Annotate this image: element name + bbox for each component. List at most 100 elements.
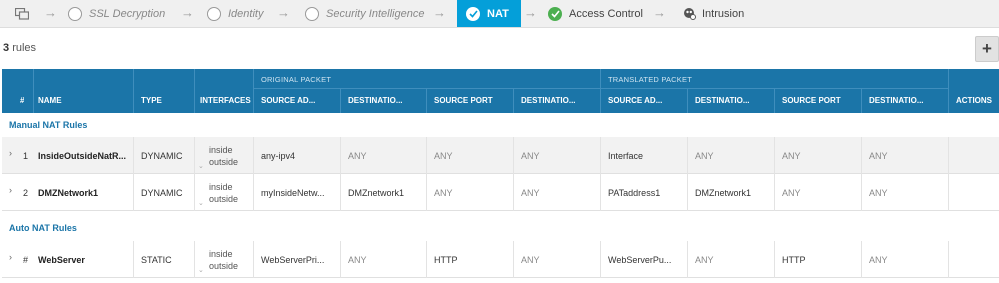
chevron-down-icon[interactable]: ⌄ [198, 199, 204, 207]
step-label: Access Control [569, 7, 643, 20]
col-actions: ACTIONS [956, 96, 992, 105]
orig-source-address: WebServerPri... [261, 254, 325, 265]
chevron-right-icon[interactable]: › [9, 252, 12, 262]
orig-source-address: myInsideNetw... [261, 187, 325, 198]
orig-source-address: any-ipv4 [261, 150, 296, 161]
step-identity[interactable]: Identity [207, 0, 263, 27]
interfaces-cell: inside outside [209, 174, 238, 211]
devices-icon[interactable] [15, 7, 29, 21]
trans-destination-address: ANY [695, 254, 714, 265]
step-intrusion[interactable]: Intrusion [683, 0, 744, 27]
col-orig-destination-address[interactable]: DESTINATIO... [348, 96, 424, 105]
arrow-right-icon: → [277, 5, 290, 20]
orig-destination-port: ANY [521, 150, 540, 161]
orig-source-port: HTTP [434, 254, 458, 265]
orig-destination-address: ANY [348, 150, 367, 161]
col-trans-source-port[interactable]: SOURCE PORT [782, 96, 858, 105]
trans-source-address: Interface [608, 150, 644, 161]
col-orig-source-port[interactable]: SOURCE PORT [434, 96, 510, 105]
source-interface: inside [209, 181, 233, 192]
interfaces-list: inside outside [209, 144, 238, 168]
chevron-right-icon[interactable]: › [9, 148, 12, 158]
orig-destination-address: DMZnetwork1 [348, 187, 405, 198]
step-access-control[interactable]: Access Control [548, 0, 643, 27]
rule-name: WebServer [38, 254, 85, 265]
trans-destination-port: ANY [869, 150, 888, 161]
rule-type: DYNAMIC [141, 187, 183, 198]
check-icon [466, 6, 480, 21]
col-trans-source-address[interactable]: SOURCE AD... [608, 96, 684, 105]
step-nat[interactable]: NAT [457, 0, 521, 27]
trans-destination-address: DMZnetwork1 [695, 187, 752, 198]
interfaces-cell: inside outside [209, 241, 238, 278]
step-security-intelligence[interactable]: Security Intelligence [305, 0, 424, 27]
check-circle-icon [548, 6, 562, 21]
trans-source-port: HTTP [782, 254, 806, 265]
rule-type: DYNAMIC [141, 150, 183, 161]
orig-source-port: ANY [434, 150, 453, 161]
trans-source-port: ANY [782, 150, 801, 161]
step-label: Intrusion [702, 7, 745, 20]
destination-interface: outside [209, 260, 239, 271]
col-orig-destination-port[interactable]: DESTINATIO... [521, 96, 597, 105]
table-row[interactable]: › # WebServer STATIC inside outside ⌄ We… [2, 241, 999, 278]
trans-source-address: WebServerPu... [608, 254, 672, 265]
row-number: 1 [23, 150, 29, 161]
rule-count: 3 rules [3, 42, 36, 54]
col-interfaces[interactable]: INTERFACES [200, 96, 251, 105]
rule-name: InsideOutsideNatR... [38, 150, 127, 161]
rule-type: STATIC [141, 254, 172, 265]
orig-destination-address: ANY [348, 254, 367, 265]
chevron-down-icon[interactable]: ⌄ [198, 162, 204, 170]
arrow-right-icon: → [524, 5, 537, 20]
pending-circle-icon [305, 6, 319, 21]
trans-source-address: PATaddress1 [608, 187, 661, 198]
pending-circle-icon [68, 6, 82, 21]
source-interface: inside [209, 144, 233, 155]
col-trans-destination-port[interactable]: DESTINATIO... [869, 96, 945, 105]
table-header: ORIGINAL PACKET TRANSLATED PACKET # NAME… [2, 69, 999, 113]
rule-count-number: 3 [3, 42, 10, 54]
add-rule-button[interactable]: + [975, 36, 999, 62]
orig-destination-port: ANY [521, 187, 540, 198]
arrow-right-icon: → [181, 5, 194, 20]
rule-count-label: rules [12, 42, 37, 54]
arrow-right-icon: → [44, 5, 57, 20]
arrow-right-icon: → [653, 5, 666, 20]
orig-destination-port: ANY [521, 254, 540, 265]
col-trans-destination-address[interactable]: DESTINATIO... [695, 96, 771, 105]
col-type[interactable]: TYPE [141, 96, 162, 105]
orig-source-port: ANY [434, 187, 453, 198]
interfaces-list: inside outside [209, 181, 238, 205]
source-interface: inside [209, 248, 233, 259]
table-row[interactable]: › 1 InsideOutsideNatR... DYNAMIC inside … [2, 137, 999, 174]
step-label: Identity [228, 7, 264, 20]
step-ssl-decryption[interactable]: SSL Decryption [68, 0, 165, 27]
col-orig-source-address[interactable]: SOURCE AD... [261, 96, 337, 105]
section-manual-nat: Manual NAT Rules [2, 113, 999, 137]
trans-destination-port: ANY [869, 187, 888, 198]
interfaces-list: inside outside [209, 248, 238, 272]
section-title: Auto NAT Rules [9, 223, 77, 233]
chevron-down-icon[interactable]: ⌄ [198, 266, 204, 274]
destination-interface: outside [209, 193, 239, 204]
section-auto-nat: Auto NAT Rules [2, 216, 999, 240]
chevron-right-icon[interactable]: › [9, 185, 12, 195]
original-packet-header: ORIGINAL PACKET [261, 75, 332, 84]
rule-name: DMZNetwork1 [38, 187, 99, 198]
step-label: Security Intelligence [326, 7, 425, 20]
interfaces-cell: inside outside [209, 137, 238, 174]
col-num[interactable]: # [20, 96, 24, 105]
destination-interface: outside [209, 156, 239, 167]
table-row[interactable]: › 2 DMZNetwork1 DYNAMIC inside outside ⌄… [2, 174, 999, 211]
step-label: SSL Decryption [89, 7, 166, 20]
arrow-right-icon: → [433, 5, 446, 20]
intrusion-icon [683, 7, 696, 20]
trans-destination-port: ANY [869, 254, 888, 265]
row-number: 2 [23, 187, 29, 198]
trans-source-port: ANY [782, 187, 801, 198]
policy-pipeline: → SSL Decryption → Identity → Security I… [0, 0, 999, 28]
trans-destination-address: ANY [695, 150, 714, 161]
step-label: NAT [487, 7, 509, 20]
col-name[interactable]: NAME [38, 96, 62, 105]
